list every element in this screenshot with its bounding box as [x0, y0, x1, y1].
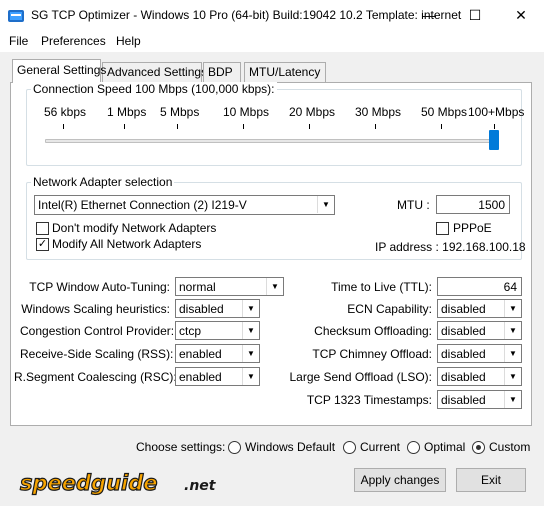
radio-optimal[interactable]: [407, 441, 420, 454]
choose-settings-label: Choose settings:: [136, 440, 226, 454]
menu-preferences[interactable]: Preferences: [41, 34, 106, 48]
radio-current-label: Current: [360, 440, 401, 454]
radio-windows-default[interactable]: [228, 441, 241, 454]
tab-general-settings[interactable]: General Settings: [12, 59, 106, 83]
radio-current[interactable]: [343, 441, 356, 454]
radio-windows-default-label: Windows Default: [245, 440, 336, 454]
maximize-button[interactable]: ☐: [452, 0, 498, 31]
exit-button[interactable]: Exit: [456, 468, 526, 492]
window-title: SG TCP Optimizer - Windows 10 Pro (64-bi…: [31, 8, 462, 22]
radio-custom-label: Custom: [489, 440, 531, 454]
tab-mtu-latency[interactable]: MTU/Latency: [244, 62, 326, 82]
radio-optimal-label: Optimal: [424, 440, 466, 454]
tab-bdp[interactable]: BDP: [203, 62, 241, 82]
minimize-button[interactable]: —: [406, 0, 452, 31]
general-settings-panel: [10, 82, 532, 426]
logo-text: speedguide: [20, 471, 158, 495]
logo-suffix: .net: [184, 478, 217, 494]
menu-file[interactable]: File: [9, 34, 28, 48]
apply-changes-button[interactable]: Apply changes: [354, 468, 446, 492]
close-button[interactable]: ✕: [498, 0, 544, 31]
radio-custom[interactable]: [472, 441, 485, 454]
app-icon: [8, 8, 24, 24]
speedguide-logo: speedguide .net: [16, 468, 236, 498]
menu-help[interactable]: Help: [116, 34, 141, 48]
tab-advanced-settings[interactable]: Advanced Settings: [102, 62, 207, 82]
